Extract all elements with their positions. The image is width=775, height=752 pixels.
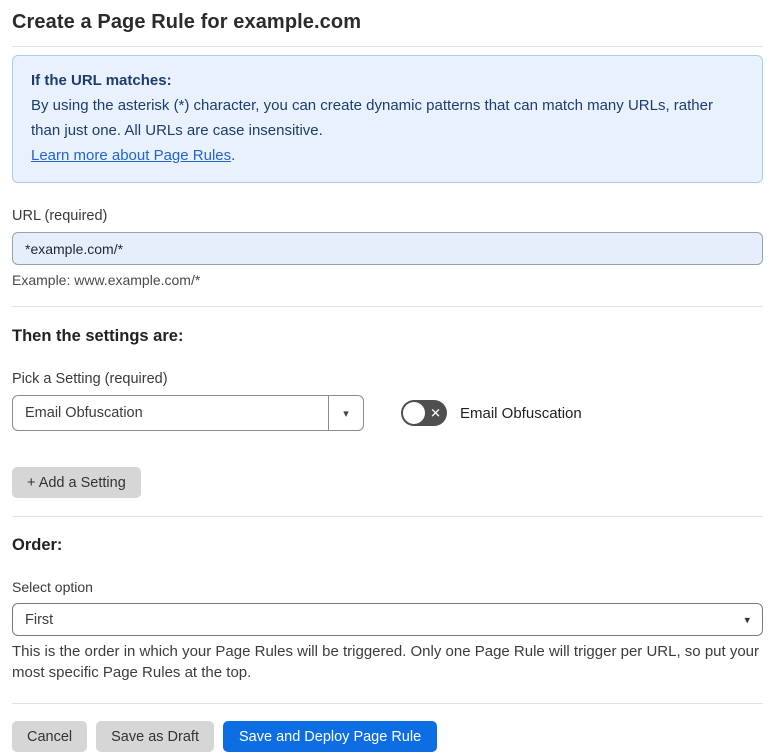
order-select-value: First <box>25 611 54 628</box>
toggle-label: Email Obfuscation <box>460 404 582 422</box>
section-divider <box>12 516 763 517</box>
title-divider <box>12 46 763 47</box>
url-match-info-box: If the URL matches: By using the asteris… <box>12 55 763 183</box>
footer-actions: Cancel Save as Draft Save and Deploy Pag… <box>12 721 763 752</box>
settings-row: Email Obfuscation ▾ ✕ Email Obfuscation <box>12 395 763 431</box>
save-draft-button[interactable]: Save as Draft <box>96 721 214 752</box>
page-rule-form: Create a Page Rule for example.com If th… <box>0 0 775 752</box>
learn-more-link[interactable]: Learn more about Page Rules <box>31 147 231 164</box>
toggle-off-x-icon: ✕ <box>430 405 441 421</box>
section-divider <box>12 306 763 307</box>
settings-section-heading: Then the settings are: <box>12 327 184 345</box>
url-section: URL (required) Example: www.example.com/… <box>12 208 763 288</box>
page-title: Create a Page Rule for example.com <box>12 11 362 33</box>
order-select[interactable]: First ▾ <box>12 603 763 636</box>
order-section-heading: Order: <box>12 536 63 554</box>
link-suffix: . <box>231 147 236 164</box>
chevron-down-icon: ▾ <box>744 614 750 626</box>
add-setting-button[interactable]: + Add a Setting <box>12 467 141 498</box>
url-label: URL (required) <box>12 208 108 224</box>
footer-divider <box>12 703 763 704</box>
email-obfuscation-toggle[interactable]: ✕ <box>401 400 447 426</box>
info-box-body: By using the asterisk (*) character, you… <box>31 97 713 139</box>
chevron-down-icon[interactable]: ▾ <box>328 396 363 430</box>
toggle-knob <box>403 402 425 424</box>
pick-setting-label: Pick a Setting (required) <box>12 371 168 387</box>
url-input[interactable] <box>12 232 763 265</box>
order-helper-text: This is the order in which your Page Rul… <box>12 643 760 681</box>
select-option-label: Select option <box>12 579 93 595</box>
info-box-link-line: Learn more about Page Rules. <box>31 143 744 168</box>
setting-dropdown[interactable]: Email Obfuscation ▾ <box>12 395 364 431</box>
info-box-heading: If the URL matches: <box>31 72 172 89</box>
save-deploy-button[interactable]: Save and Deploy Page Rule <box>222 721 438 752</box>
cancel-button[interactable]: Cancel <box>12 721 88 752</box>
url-example-helper: Example: www.example.com/* <box>12 272 201 288</box>
setting-dropdown-value: Email Obfuscation <box>25 405 143 421</box>
